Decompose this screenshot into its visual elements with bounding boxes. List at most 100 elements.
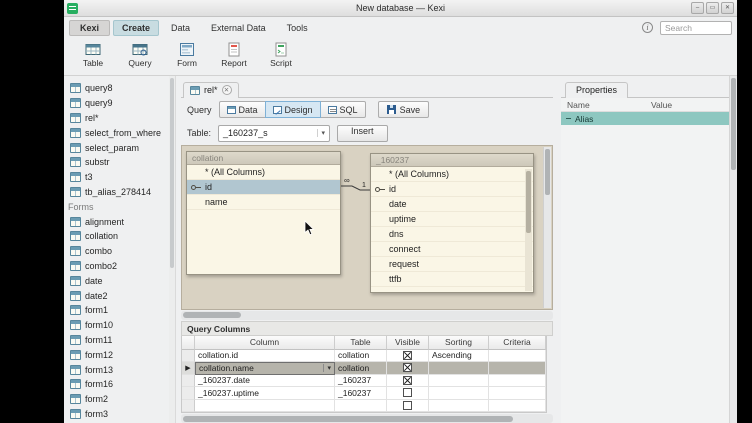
sidebar-item[interactable]: form16 [64, 377, 175, 392]
sidebar-item[interactable]: select_param [64, 140, 175, 155]
table-cell[interactable]: _160237 [335, 387, 387, 400]
sidebar-item[interactable]: form13 [64, 362, 175, 377]
sidebar-item[interactable]: form1 [64, 303, 175, 318]
criteria-cell[interactable] [489, 362, 546, 375]
sidebar-item[interactable]: date [64, 273, 175, 288]
visible-cell[interactable] [387, 350, 429, 363]
sorting-cell[interactable] [429, 375, 489, 388]
sidebar-item[interactable]: t3 [64, 170, 175, 185]
field-row[interactable]: * (All Columns) [371, 167, 533, 182]
kexi-menu-button[interactable]: Kexi [69, 20, 110, 36]
data-view-button[interactable]: Data [219, 101, 266, 118]
criteria-cell[interactable] [489, 400, 546, 413]
scrollbar-thumb[interactable] [183, 312, 241, 318]
row-indicator[interactable] [182, 350, 195, 363]
toolbar-script-button[interactable]: Script [260, 40, 302, 70]
collapse-marker-icon[interactable] [566, 118, 571, 119]
close-icon[interactable]: ✕ [222, 85, 232, 95]
visible-checkbox[interactable] [403, 401, 412, 410]
sidebar-item[interactable]: substr [64, 155, 175, 170]
sorting-cell[interactable] [429, 400, 489, 413]
column-cell[interactable]: collation.id [195, 350, 335, 363]
design-table-160237[interactable]: _160237 * (All Columns) id date uptime d… [370, 153, 534, 293]
row-indicator[interactable] [182, 375, 195, 388]
sidebar-item[interactable]: date2 [64, 288, 175, 303]
relations-canvas[interactable]: collation * (All Columns) id name _16023… [181, 145, 553, 310]
field-row[interactable]: ttfb [371, 272, 533, 287]
scrollbar-thumb[interactable] [183, 416, 513, 422]
sidebar-item[interactable]: collation [64, 229, 175, 244]
field-row[interactable]: date [371, 197, 533, 212]
sql-view-button[interactable]: SQL [320, 101, 366, 118]
sidebar-item[interactable]: alignment [64, 214, 175, 229]
design-view-button[interactable]: Design [265, 101, 321, 118]
visible-cell[interactable] [387, 387, 429, 400]
column-cell[interactable]: _160237.date [195, 375, 335, 388]
tab-properties[interactable]: Properties [565, 82, 628, 98]
scrollbar-thumb[interactable] [526, 171, 531, 233]
column-cell-editor[interactable]: collation.name▾ [195, 362, 335, 375]
tab-data[interactable]: Data [162, 20, 199, 36]
combo-dropdown-icon[interactable]: ▾ [323, 364, 331, 372]
field-row-selected[interactable]: id [187, 180, 340, 195]
table-cell[interactable]: collation [335, 350, 387, 363]
row-indicator[interactable] [182, 387, 195, 400]
canvas-hscrollbar[interactable] [181, 311, 553, 320]
toolbar-table-button[interactable]: Table [72, 40, 114, 70]
row-indicator[interactable] [182, 400, 195, 413]
canvas-vscrollbar[interactable] [543, 147, 551, 308]
field-row[interactable]: * (All Columns) [187, 165, 340, 180]
visible-checkbox[interactable] [403, 363, 412, 372]
visible-checkbox[interactable] [403, 388, 412, 397]
sidebar-scrollbar[interactable] [169, 76, 175, 423]
sorting-cell[interactable]: Ascending [429, 350, 489, 363]
scrollbar-thumb[interactable] [170, 78, 174, 268]
field-row[interactable]: request [371, 257, 533, 272]
field-row[interactable]: id [371, 182, 533, 197]
visible-cell[interactable] [387, 362, 429, 375]
sorting-cell[interactable] [429, 387, 489, 400]
window-close-icon[interactable]: ✕ [721, 2, 734, 14]
design-table-title[interactable]: collation [187, 152, 340, 165]
criteria-cell[interactable] [489, 350, 546, 363]
grid-hscrollbar[interactable] [181, 414, 553, 423]
scrollbar-thumb[interactable] [545, 149, 550, 195]
column-cell[interactable] [195, 400, 335, 413]
sidebar-item[interactable]: form10 [64, 318, 175, 333]
field-row[interactable]: uptime [371, 212, 533, 227]
design-table-collation[interactable]: collation * (All Columns) id name [186, 151, 341, 275]
document-tab-rel[interactable]: rel* ✕ [183, 82, 239, 98]
table-cell[interactable] [335, 400, 387, 413]
column-cell[interactable]: _160237.uptime [195, 387, 335, 400]
insert-button[interactable]: Insert [337, 125, 388, 142]
row-indicator[interactable]: ▶ [182, 362, 195, 375]
field-row[interactable]: connect [371, 242, 533, 257]
toolbar-query-button[interactable]: Query [119, 40, 161, 70]
visible-checkbox[interactable] [403, 376, 412, 385]
criteria-cell[interactable] [489, 387, 546, 400]
info-icon[interactable]: i [642, 22, 653, 33]
table-cell[interactable]: collation [335, 362, 387, 375]
maximize-icon[interactable]: ▭ [706, 2, 719, 14]
field-row[interactable]: name [187, 195, 340, 210]
field-row[interactable]: dns [371, 227, 533, 242]
tab-create[interactable]: Create [113, 20, 159, 36]
search-input[interactable] [660, 21, 732, 35]
sidebar-item[interactable]: combo2 [64, 259, 175, 274]
save-button[interactable]: Save [378, 101, 430, 118]
sidebar-item[interactable]: query8 [64, 81, 175, 96]
sidebar-item[interactable]: select_from_where [64, 125, 175, 140]
sidebar-item[interactable]: form12 [64, 347, 175, 362]
table-select[interactable]: _160237_s ▾ [218, 125, 330, 142]
sidebar-item[interactable]: form11 [64, 333, 175, 348]
table-scrollbar[interactable] [525, 169, 532, 291]
visible-cell[interactable] [387, 400, 429, 413]
sidebar-item[interactable]: tb_alias_278414 [64, 185, 175, 200]
sorting-cell[interactable] [429, 362, 489, 375]
panel-vscrollbar[interactable] [729, 76, 737, 423]
sidebar-item[interactable]: query9 [64, 96, 175, 111]
sidebar-item[interactable]: combo [64, 244, 175, 259]
toolbar-form-button[interactable]: Form [166, 40, 208, 70]
tab-external-data[interactable]: External Data [202, 20, 275, 36]
minimize-icon[interactable]: – [691, 2, 704, 14]
